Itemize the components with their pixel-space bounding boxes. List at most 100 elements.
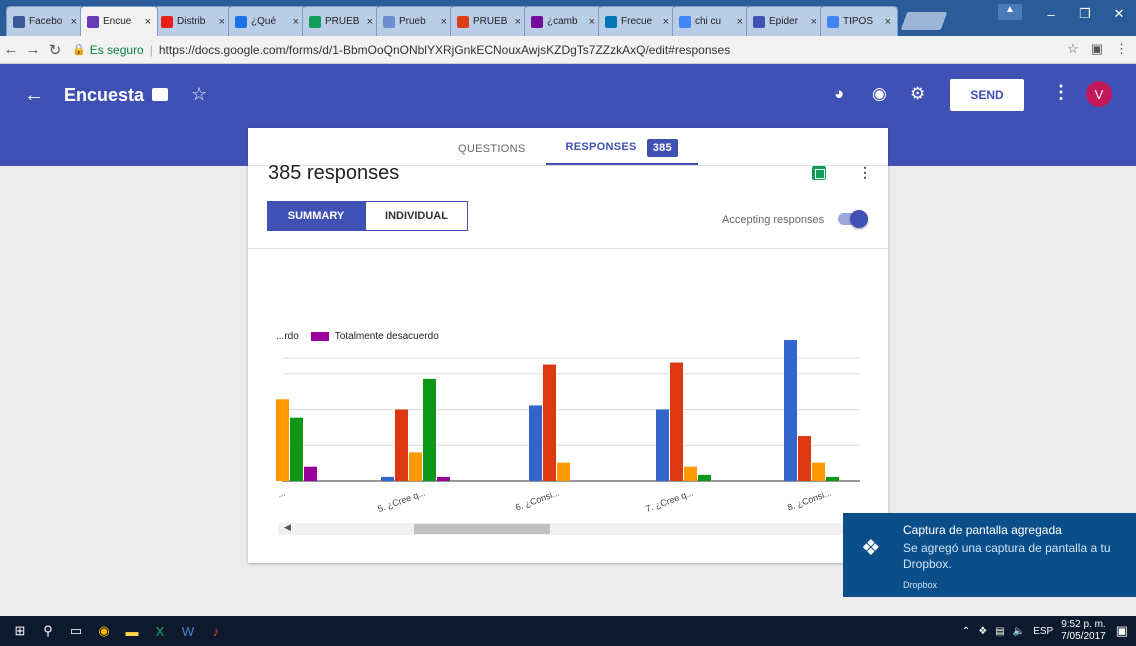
chart-bar[interactable] xyxy=(826,476,839,481)
new-tab-button[interactable] xyxy=(900,12,948,30)
accepting-responses-toggle[interactable] xyxy=(838,210,868,228)
word-icon[interactable]: W xyxy=(174,617,202,645)
notification-source: Dropbox xyxy=(903,580,938,590)
palette-icon[interactable]: ◕ xyxy=(834,84,844,104)
browser-tab[interactable]: Epider × xyxy=(746,6,824,36)
tab-label: ¿camb xyxy=(547,16,578,27)
tab-label: PRUEB xyxy=(473,16,508,27)
minimize-button[interactable]: – xyxy=(1034,0,1068,28)
file-explorer-icon[interactable]: ▬ xyxy=(118,617,146,645)
dropbox-icon: ❖ xyxy=(861,535,881,560)
tab-close-icon[interactable]: × xyxy=(885,16,891,28)
browser-tab[interactable]: Distrib × xyxy=(154,6,232,36)
chart-bar[interactable] xyxy=(276,399,289,481)
settings-gear-icon[interactable]: ⚙ xyxy=(910,84,925,104)
chart-bar[interactable] xyxy=(409,452,422,481)
tab-close-icon[interactable]: × xyxy=(145,16,151,28)
chart-bar[interactable] xyxy=(557,462,570,481)
chart-bar[interactable] xyxy=(798,436,811,481)
back-arrow-icon[interactable]: ← xyxy=(24,84,44,107)
tab-favicon-icon xyxy=(753,15,765,28)
forward-arrow-icon[interactable]: → xyxy=(22,41,44,58)
preview-eye-icon[interactable]: ◉ xyxy=(872,84,887,104)
form-title[interactable]: Encuesta xyxy=(64,85,144,106)
chart-bar[interactable] xyxy=(812,462,825,481)
itunes-icon[interactable]: ♪ xyxy=(202,617,230,645)
chart-bar[interactable] xyxy=(529,405,542,481)
chart-bar[interactable] xyxy=(304,466,317,481)
browser-tab[interactable]: Frecue × xyxy=(598,6,676,36)
browser-tab[interactable]: PRUEB × xyxy=(302,6,380,36)
clock[interactable]: 9:52 p. m. 7/05/2017 xyxy=(1061,619,1106,643)
star-icon[interactable]: ☆ xyxy=(191,84,207,105)
tab-close-icon[interactable]: × xyxy=(589,16,595,28)
reload-icon[interactable]: ↻ xyxy=(44,41,66,59)
language-indicator[interactable]: ESP xyxy=(1033,626,1053,637)
tab-close-icon[interactable]: × xyxy=(71,16,77,28)
excel-icon[interactable]: X xyxy=(146,617,174,645)
scrollbar-thumb[interactable] xyxy=(414,524,550,534)
tab-close-icon[interactable]: × xyxy=(441,16,447,28)
dropbox-notification[interactable]: ❖ Captura de pantalla agregada Se agregó… xyxy=(843,513,1136,597)
url-field[interactable]: 🔒 Es seguro | https://docs.google.com/fo… xyxy=(72,43,730,57)
scroll-left-icon[interactable]: ◀ xyxy=(284,522,291,533)
tab-close-icon[interactable]: × xyxy=(663,16,669,28)
chart-bar[interactable] xyxy=(684,466,697,481)
notification-title: Captura de pantalla agregada xyxy=(903,523,1062,537)
card-more-icon[interactable]: ⋮ xyxy=(858,164,872,181)
tray-expand-icon[interactable]: ⌃ xyxy=(962,626,970,637)
notifications-icon[interactable]: ▣ xyxy=(1116,623,1128,639)
chart-scrollbar[interactable]: ◀ xyxy=(278,522,844,535)
tab-close-icon[interactable]: × xyxy=(293,16,299,28)
individual-button[interactable]: INDIVIDUAL xyxy=(365,201,468,231)
tab-close-icon[interactable]: × xyxy=(367,16,373,28)
search-icon[interactable]: ⚲ xyxy=(34,617,62,645)
extension-icon[interactable]: ▣ xyxy=(1091,41,1103,57)
address-bar-actions: ☆ ▣ ⋮ xyxy=(1067,41,1128,57)
windows-start-icon[interactable]: ⊞ xyxy=(6,617,34,645)
task-view-icon[interactable]: ▭ xyxy=(62,617,90,645)
sheets-icon[interactable] xyxy=(812,166,826,180)
form-tabs: QUESTIONS RESPONSES 385 xyxy=(248,128,888,166)
tab-close-icon[interactable]: × xyxy=(811,16,817,28)
close-window-button[interactable]: ✕ xyxy=(1102,0,1136,28)
menu-icon[interactable]: ⋮ xyxy=(1115,41,1128,57)
chart-bar[interactable] xyxy=(423,378,436,481)
chart-bar[interactable] xyxy=(381,476,394,481)
browser-tab[interactable]: PRUEB × xyxy=(450,6,528,36)
folder-icon[interactable] xyxy=(152,88,168,101)
chrome-icon[interactable]: ◉ xyxy=(90,617,118,645)
chart-bar[interactable] xyxy=(395,409,408,482)
summary-button[interactable]: SUMMARY xyxy=(267,201,365,231)
back-arrow-icon[interactable]: ← xyxy=(0,41,22,58)
browser-tab[interactable]: TIPOS × xyxy=(820,6,898,36)
chart-bar[interactable] xyxy=(290,417,303,481)
browser-tab[interactable]: Prueb × xyxy=(376,6,454,36)
profile-icon[interactable]: ▲ xyxy=(998,4,1022,20)
tab-close-icon[interactable]: × xyxy=(219,16,225,28)
url-text[interactable]: https://docs.google.com/forms/d/1-BbmOoQ… xyxy=(159,43,730,57)
browser-tab[interactable]: Encue × xyxy=(80,6,158,36)
tab-responses[interactable]: RESPONSES 385 xyxy=(545,139,698,165)
volume-icon[interactable]: 🔈 xyxy=(1013,626,1025,637)
network-icon[interactable]: ▤ xyxy=(995,626,1004,637)
chart-bar[interactable] xyxy=(656,409,669,482)
tab-close-icon[interactable]: × xyxy=(737,16,743,28)
browser-tab[interactable]: chi cu × xyxy=(672,6,750,36)
tab-questions[interactable]: QUESTIONS xyxy=(438,143,546,165)
bookmark-star-icon[interactable]: ☆ xyxy=(1067,41,1079,57)
browser-tab[interactable]: Facebo × xyxy=(6,6,84,36)
chart-bar[interactable] xyxy=(670,362,683,481)
maximize-button[interactable]: ❐ xyxy=(1068,0,1102,28)
send-button[interactable]: SEND xyxy=(950,79,1024,111)
tab-close-icon[interactable]: × xyxy=(515,16,521,28)
chart-bar[interactable] xyxy=(437,476,450,481)
chart-bar[interactable] xyxy=(784,340,797,481)
more-options-icon[interactable]: ⋮ xyxy=(1052,82,1070,103)
chart-bar[interactable] xyxy=(698,474,711,481)
browser-tab[interactable]: ¿Qué × xyxy=(228,6,306,36)
avatar[interactable]: V xyxy=(1086,81,1112,107)
browser-tab[interactable]: ¿camb × xyxy=(524,6,602,36)
dropbox-tray-icon[interactable]: ❖ xyxy=(978,626,987,637)
chart-bar[interactable] xyxy=(543,364,556,481)
